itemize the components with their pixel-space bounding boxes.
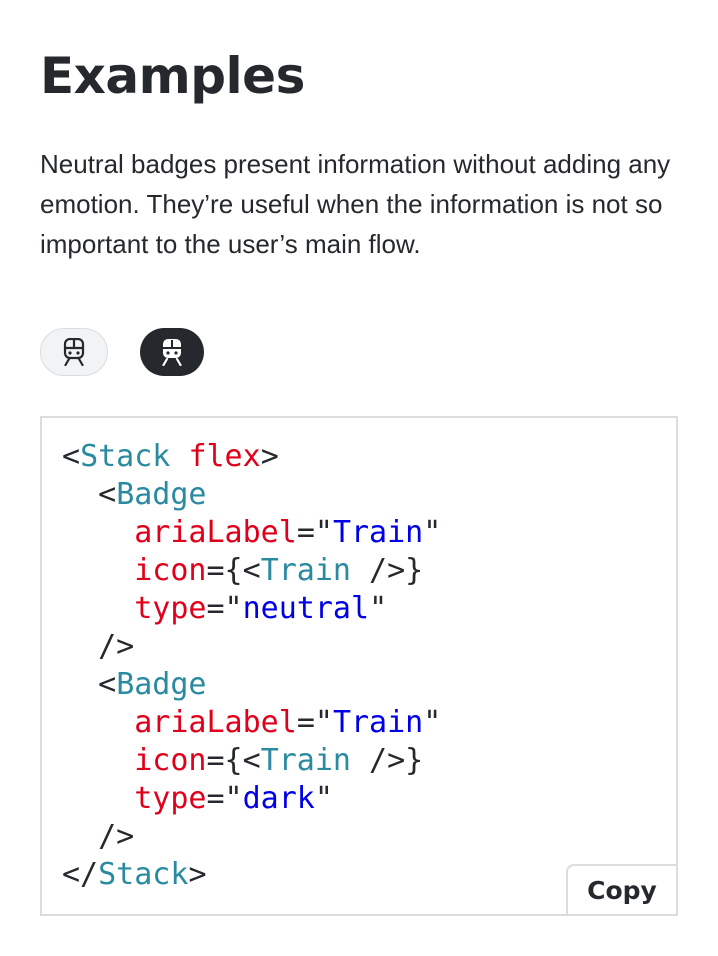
code-attr-token: icon: [134, 743, 207, 778]
code-punctuation-token: ={<: [206, 553, 261, 588]
description-text: Neutral badges present information witho…: [40, 149, 671, 259]
code-string-token: neutral: [242, 591, 370, 626]
code-attr-token: type: [134, 591, 207, 626]
code-punctuation-token: <: [62, 477, 117, 512]
code-tag-token: Train: [260, 553, 351, 588]
code-punctuation-token: <: [62, 667, 117, 702]
code-punctuation-token: =": [296, 705, 333, 740]
code-tag-token: Stack: [98, 857, 189, 892]
code-line: ariaLabel="Train": [62, 515, 441, 550]
code-line: </Stack>: [62, 857, 207, 892]
code-line: ariaLabel="Train": [62, 705, 441, 740]
neutral-badge: [40, 328, 108, 376]
code-line: />: [62, 819, 134, 854]
copy-button[interactable]: Copy: [566, 864, 678, 916]
code-punctuation-token: />: [62, 819, 135, 854]
code-punctuation-token: [62, 515, 134, 550]
code-punctuation-token: [62, 781, 134, 816]
code-punctuation-token: ={<: [206, 743, 261, 778]
code-punctuation-token: =": [296, 515, 333, 550]
code-punctuation-token: />}: [351, 743, 424, 778]
code-punctuation-token: />}: [351, 553, 424, 588]
code-line: icon={<Train />}: [62, 743, 423, 778]
page-title: Examples: [40, 47, 305, 105]
code-punctuation-token: ": [423, 515, 442, 550]
code-string-token: Train: [332, 515, 424, 550]
code-tag-token: Stack: [80, 439, 171, 474]
code-attr-token: flex: [188, 439, 261, 474]
code-attr-token: ariaLabel: [134, 515, 297, 550]
badge-stack: [40, 328, 204, 376]
code-punctuation-token: >: [260, 439, 279, 474]
code-line: <Stack flex>: [62, 439, 279, 474]
train-icon: [63, 338, 85, 366]
code-punctuation-token: ": [369, 591, 388, 626]
code-attr-token: icon: [134, 553, 207, 588]
code-line: icon={<Train />}: [62, 553, 423, 588]
code-punctuation-token: =": [206, 781, 243, 816]
code-attr-token: type: [134, 781, 207, 816]
code-string-token: dark: [242, 781, 315, 816]
code-punctuation-token: />: [62, 629, 135, 664]
dark-badge: [140, 328, 204, 376]
code-line: <Badge: [62, 667, 207, 702]
code-line: type="neutral": [62, 591, 387, 626]
code-snippet[interactable]: <Stack flex> <Badge ariaLabel="Train" ic…: [62, 438, 441, 894]
code-attr-token: ariaLabel: [134, 705, 297, 740]
code-string-token: Train: [332, 705, 424, 740]
code-tag-token: Train: [260, 743, 351, 778]
code-punctuation-token: [62, 705, 134, 740]
code-punctuation-token: <: [62, 439, 81, 474]
code-line: />: [62, 629, 134, 664]
code-punctuation-token: =": [206, 591, 243, 626]
code-example: <Stack flex> <Badge ariaLabel="Train" ic…: [40, 416, 678, 916]
code-tag-token: Badge: [116, 477, 207, 512]
code-punctuation-token: >: [188, 857, 207, 892]
code-punctuation-token: ": [314, 781, 333, 816]
code-punctuation-token: </: [62, 857, 99, 892]
code-line: type="dark": [62, 781, 333, 816]
code-punctuation-token: [170, 439, 188, 474]
code-punctuation-token: [62, 591, 134, 626]
code-punctuation-token: [62, 553, 134, 588]
code-punctuation-token: ": [423, 705, 442, 740]
code-punctuation-token: [62, 743, 134, 778]
code-line: <Badge: [62, 477, 207, 512]
train-icon: [162, 339, 182, 366]
code-tag-token: Badge: [116, 667, 207, 702]
